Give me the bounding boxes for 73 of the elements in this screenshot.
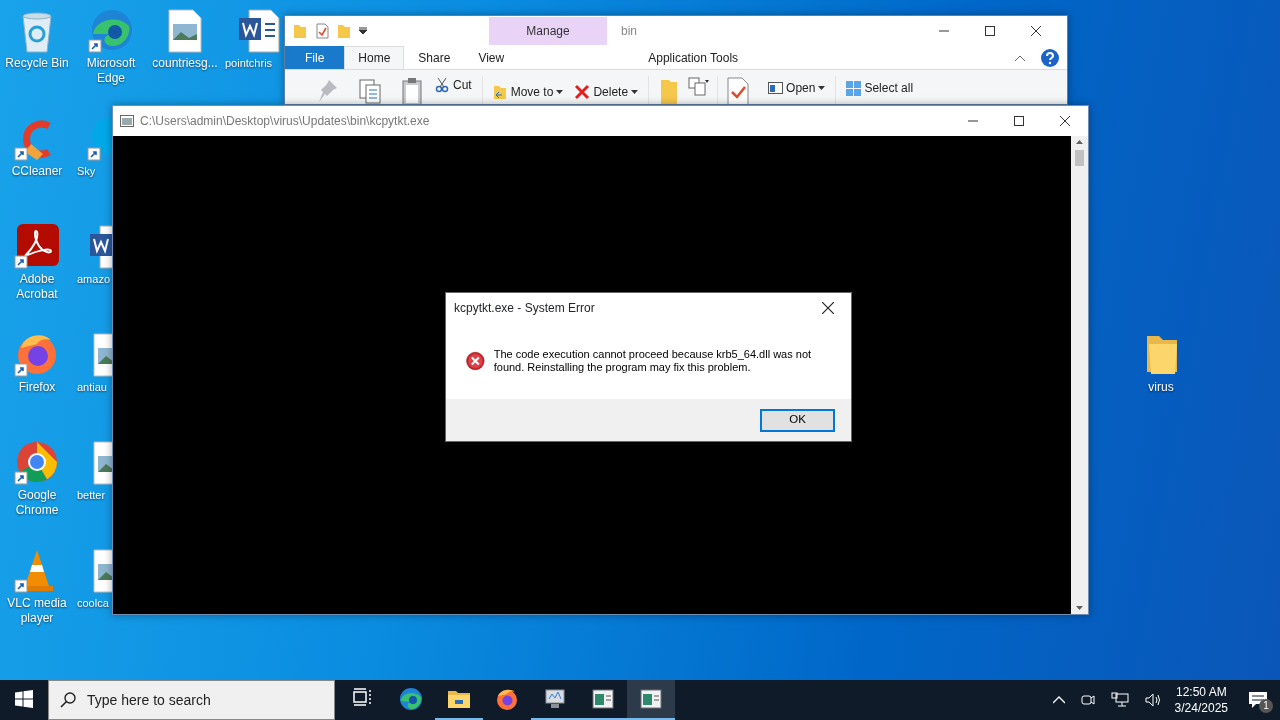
close-icon (822, 302, 834, 314)
context-tab-header: Manage (489, 17, 607, 45)
ok-button[interactable]: OK (760, 408, 835, 432)
icon-label: coolca (77, 596, 109, 611)
dropdown-icon[interactable] (359, 27, 367, 35)
windows-logo-icon (15, 690, 33, 708)
notifications-button[interactable]: 1 (1236, 680, 1280, 720)
dialog-title: kcpytkt.exe - System Error (454, 300, 595, 317)
clock-date[interactable]: 3/24/2025 (1174, 700, 1228, 716)
icon-label: Firefox (18, 380, 56, 395)
icon-label: virus (1148, 380, 1174, 395)
ribbon-tab[interactable]: Application Tools (634, 46, 753, 69)
properties-icon[interactable] (315, 23, 329, 39)
console-icon (120, 115, 134, 127)
window-icon (639, 687, 663, 711)
ribbon-tab[interactable]: View (464, 46, 519, 69)
speaker-icon[interactable] (1144, 692, 1163, 708)
ribbon-tab[interactable]: Share (404, 46, 465, 69)
icon-label: countriesg... (152, 56, 218, 71)
icon-label: pointchris (225, 56, 273, 71)
search-icon (60, 692, 76, 708)
taskbar-button[interactable] (627, 680, 675, 720)
edge-icon (399, 687, 423, 711)
copy-icon[interactable] (357, 76, 383, 104)
clipboard-icon[interactable] (399, 76, 425, 104)
firefox-icon (495, 687, 519, 711)
icon-label: Recycle Bin (5, 56, 69, 71)
icon-label: better (77, 488, 106, 503)
caret-icon (631, 90, 639, 94)
folder-icon (492, 84, 508, 100)
scrollbar[interactable] (1071, 136, 1088, 614)
icon-label: Adobe Acrobat (15, 272, 59, 302)
scissors-icon (435, 77, 450, 93)
scroll-thumb[interactable] (1075, 150, 1084, 166)
caret-icon (818, 86, 826, 90)
ribbon-button[interactable]: Cut (433, 76, 474, 94)
properties-icon[interactable] (726, 76, 751, 104)
network-icon[interactable] (1110, 692, 1129, 708)
icon-label: Sky (77, 164, 96, 179)
camera-icon[interactable] (1080, 692, 1095, 708)
clock-time[interactable]: 12:50 AM (1174, 684, 1228, 700)
error-message: The code execution cannot proceed because krb5_64.dll was not found. Reinstalling the program may fix this problem. (493, 348, 813, 374)
ribbon-button[interactable]: Delete (573, 83, 641, 101)
close-icon (1060, 116, 1070, 126)
icon-label: amazo (77, 272, 111, 287)
ribbon-tab[interactable]: File (285, 46, 345, 69)
close-icon (1031, 26, 1041, 36)
notification-count: 1 (1259, 699, 1273, 713)
icon-label: CCleaner (11, 164, 63, 179)
window-icon (591, 687, 615, 711)
ribbon-button[interactable]: Select all (844, 79, 916, 97)
caret-icon (556, 90, 564, 94)
help-icon[interactable] (1041, 48, 1059, 67)
icon-label: Microsoft Edge (85, 56, 137, 86)
icon-label: Google Chrome (14, 488, 60, 518)
chevron-up-icon[interactable] (1052, 696, 1065, 704)
select-all-icon (846, 80, 862, 96)
copy-to-icon[interactable] (687, 76, 710, 98)
maximize-icon (1014, 116, 1024, 126)
ribbon-button[interactable]: Open (766, 79, 828, 97)
open-icon (768, 80, 784, 96)
pdf-icon[interactable] (13, 222, 61, 270)
delete-icon (575, 84, 591, 100)
window-title: C:\Users\admin\Desktop\virus\Updates\bin\kcpytkt.exe (140, 113, 430, 130)
collapse-icon[interactable] (1015, 54, 1025, 61)
icon-label: VLC media player (6, 596, 68, 626)
ribbon-tab[interactable]: Home (344, 46, 405, 69)
search-field[interactable]: Type here to search (48, 680, 335, 720)
ribbon-button[interactable]: Move to (490, 83, 566, 101)
maximize-icon (985, 26, 995, 36)
icon-label: antiau (77, 380, 107, 395)
window-title: bin (621, 23, 637, 40)
monitor-icon (543, 687, 567, 711)
